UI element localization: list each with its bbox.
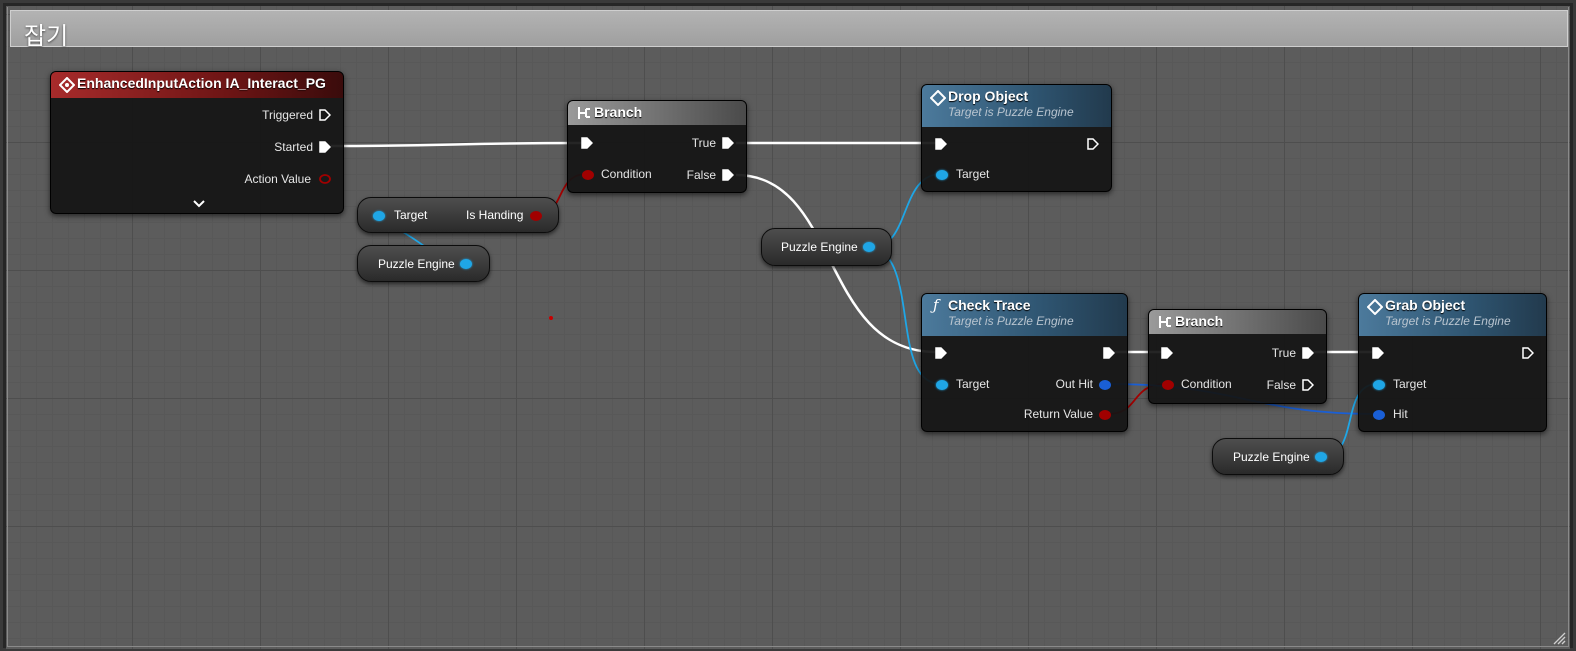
target-pin[interactable]	[373, 211, 385, 221]
pin-action-value-label: Action Value	[244, 172, 312, 186]
drop-object-target-pin[interactable]	[936, 170, 948, 180]
branch-2-condition-label: Condition	[1181, 377, 1232, 391]
event-node-title: EnhancedInputAction IA_Interact_PG	[77, 75, 326, 91]
marker-dot	[549, 316, 553, 320]
check-trace-return-value-pin[interactable]	[1099, 410, 1111, 420]
branch-icon	[578, 107, 590, 119]
drop-object-target-label: Target	[956, 167, 990, 181]
function-f-icon: ƒ	[933, 296, 939, 314]
puzzle-engine-label: Puzzle Engine	[378, 257, 455, 271]
puzzle-engine-label: Puzzle Engine	[1233, 450, 1310, 464]
check-trace-exec-in[interactable]	[935, 347, 947, 359]
function-diamond-icon	[1367, 299, 1383, 315]
branch-2-false-pin[interactable]	[1302, 379, 1314, 391]
drop-object-subtitle: Target is Puzzle Engine	[948, 105, 1074, 119]
chevron-down-icon[interactable]	[193, 200, 205, 208]
is-handing-pin[interactable]	[530, 211, 542, 221]
branch-2-true-pin[interactable]	[1302, 347, 1314, 359]
pin-started-label: Started	[274, 140, 313, 154]
branch-2-exec-in[interactable]	[1161, 347, 1173, 359]
grab-object-target-pin[interactable]	[1373, 380, 1385, 390]
check-trace-target-label: Target	[956, 377, 990, 391]
branch-1-title: Branch	[594, 104, 643, 120]
comment-header[interactable]: 잡기	[10, 10, 1568, 50]
drop-object-title: Drop Object	[948, 88, 1029, 104]
branch-2-false-label: False	[1266, 378, 1296, 392]
puzzle-engine-var-2[interactable]: Puzzle Engine	[761, 228, 892, 266]
drop-object-exec-out[interactable]	[1087, 138, 1099, 150]
started-exec-pin[interactable]	[319, 141, 331, 153]
puzzle-engine-out-pin[interactable]	[460, 259, 472, 269]
pin-triggered-label: Triggered	[262, 108, 313, 122]
branch-1-condition-pin[interactable]	[582, 170, 594, 180]
event-node-header[interactable]: EnhancedInputAction IA_Interact_PG	[51, 72, 343, 98]
grab-object-hit-pin[interactable]	[1373, 410, 1385, 420]
branch-2-true-label: True	[1271, 346, 1296, 360]
branch-node-1[interactable]: Branch True Condition False	[567, 100, 747, 193]
grab-object-exec-out[interactable]	[1522, 347, 1534, 359]
branch-icon	[1159, 316, 1171, 328]
check-trace-node[interactable]: ƒ Check Trace Target is Puzzle Engine Ta…	[921, 293, 1128, 432]
function-diamond-icon	[930, 90, 946, 106]
check-trace-out-hit-label: Out Hit	[1055, 377, 1093, 391]
check-trace-exec-out[interactable]	[1103, 347, 1115, 359]
resize-grip-icon[interactable]	[1552, 631, 1566, 645]
check-trace-header[interactable]: ƒ Check Trace Target is Puzzle Engine	[922, 294, 1127, 336]
grab-object-title: Grab Object	[1385, 297, 1466, 313]
branch-1-true-pin[interactable]	[722, 137, 734, 149]
grab-object-target-label: Target	[1393, 377, 1427, 391]
grab-object-header[interactable]: Grab Object Target is Puzzle Engine	[1359, 294, 1546, 336]
branch-1-false-label: False	[686, 168, 716, 182]
branch-1-condition-label: Condition	[601, 167, 652, 181]
puzzle-engine-var-3[interactable]: Puzzle Engine	[1212, 438, 1344, 475]
drop-object-node[interactable]: Drop Object Target is Puzzle Engine Targ…	[921, 84, 1112, 192]
grab-object-hit-label: Hit	[1393, 407, 1408, 421]
target-label: Target	[394, 208, 428, 222]
puzzle-engine-out-pin[interactable]	[1315, 452, 1327, 462]
is-handing-node[interactable]: Target Is Handing	[357, 197, 559, 233]
branch-2-condition-pin[interactable]	[1162, 380, 1174, 390]
comment-title[interactable]: 잡기	[24, 16, 68, 51]
branch-node-2[interactable]: Branch True Condition False	[1148, 309, 1327, 404]
check-trace-return-value-label: Return Value	[1023, 407, 1093, 421]
grab-object-exec-in[interactable]	[1372, 347, 1384, 359]
action-value-pin[interactable]	[319, 173, 331, 185]
drop-object-header[interactable]: Drop Object Target is Puzzle Engine	[922, 85, 1111, 127]
grab-object-subtitle: Target is Puzzle Engine	[1385, 314, 1511, 328]
check-trace-subtitle: Target is Puzzle Engine	[948, 314, 1074, 328]
drop-object-exec-in[interactable]	[935, 138, 947, 150]
puzzle-engine-var-1[interactable]: Puzzle Engine	[357, 245, 490, 282]
triggered-exec-pin[interactable]	[319, 109, 331, 121]
branch-1-false-pin[interactable]	[722, 169, 734, 181]
check-trace-target-pin[interactable]	[936, 380, 948, 390]
puzzle-engine-out-pin[interactable]	[863, 242, 875, 252]
check-trace-title: Check Trace	[948, 297, 1031, 313]
branch-1-true-label: True	[691, 136, 716, 150]
event-node[interactable]: EnhancedInputAction IA_Interact_PG Trigg…	[50, 71, 344, 214]
check-trace-out-hit-pin[interactable]	[1099, 380, 1111, 390]
grab-object-node[interactable]: Grab Object Target is Puzzle Engine Targ…	[1358, 293, 1547, 432]
event-diamond-icon	[59, 77, 75, 93]
branch-2-header[interactable]: Branch	[1149, 310, 1326, 334]
puzzle-engine-label: Puzzle Engine	[781, 240, 858, 254]
branch-2-title: Branch	[1175, 313, 1224, 329]
branch-1-exec-in[interactable]	[581, 137, 593, 149]
branch-1-header[interactable]: Branch	[568, 101, 746, 125]
is-handing-label: Is Handing	[466, 208, 524, 222]
